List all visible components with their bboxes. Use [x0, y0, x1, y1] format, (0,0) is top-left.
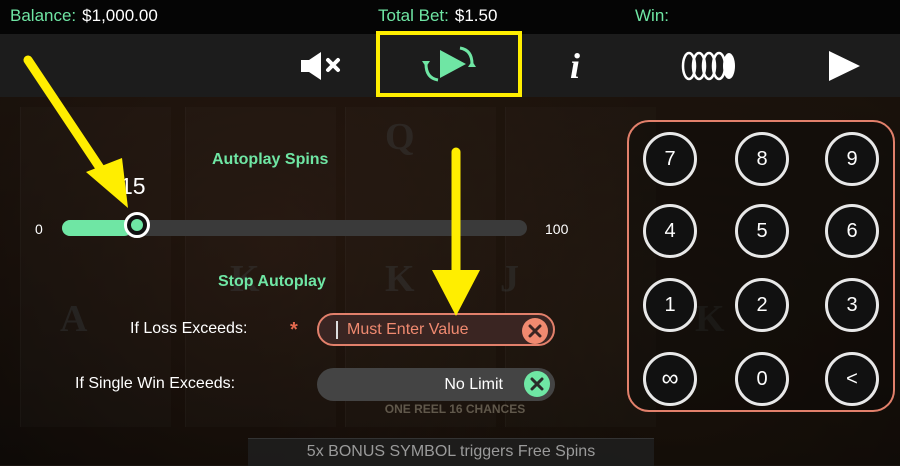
autoplay-spins-heading: Autoplay Spins — [212, 151, 329, 168]
keypad-key-1[interactable]: 1 — [643, 278, 697, 332]
spins-slider-fill — [62, 220, 132, 236]
keypad-key-5[interactable]: 5 — [735, 204, 789, 258]
number-keypad: 7 8 9 4 5 6 1 2 3 ∞ 0 < — [627, 120, 895, 412]
clear-single-win-button[interactable] — [524, 371, 550, 397]
keypad-key-2[interactable]: 2 — [735, 278, 789, 332]
bonus-banner: 5x BONUS SYMBOL triggers Free Spins — [248, 438, 654, 466]
keypad-key-4[interactable]: 4 — [643, 204, 697, 258]
autoplay-icon — [422, 46, 476, 82]
autoplay-button[interactable] — [376, 31, 522, 97]
win-display: Win: — [635, 6, 669, 26]
single-win-limit-label: If Single Win Exceeds: — [75, 375, 236, 392]
close-icon — [528, 324, 542, 338]
balance-label: Balance: — [10, 6, 77, 25]
chip-stack-icon — [681, 51, 735, 80]
info-icon: i — [569, 45, 580, 86]
reel-caption: ONE REEL 16 CHANCES — [384, 402, 526, 416]
spins-slider-thumb[interactable] — [124, 212, 150, 238]
single-win-limit-input[interactable]: No Limit — [317, 368, 555, 401]
keypad-key-6[interactable]: 6 — [825, 204, 879, 258]
win-label: Win: — [635, 6, 669, 25]
total-bet-display: Total Bet: $1.50 — [378, 6, 497, 26]
keypad-key-8[interactable]: 8 — [735, 132, 789, 186]
single-win-limit-value: No Limit — [444, 376, 503, 393]
loss-limit-placeholder: Must Enter Value — [347, 321, 469, 338]
required-marker: * — [290, 319, 298, 341]
close-icon — [530, 377, 544, 391]
status-bar: Balance: $1,000.00 Total Bet: $1.50 Win: — [0, 0, 900, 34]
stop-autoplay-heading: Stop Autoplay — [218, 273, 326, 290]
play-icon — [829, 50, 860, 81]
total-bet-value: $1.50 — [454, 6, 498, 25]
toolbar: i — [0, 31, 900, 97]
keypad-key-9[interactable]: 9 — [825, 132, 879, 186]
info-button[interactable]: i — [555, 34, 595, 97]
keypad-key-7[interactable]: 7 — [643, 132, 697, 186]
mute-button[interactable] — [290, 34, 354, 97]
slider-max-label: 100 — [545, 221, 569, 237]
speaker-muted-icon — [301, 51, 340, 80]
clear-loss-button[interactable] — [522, 318, 548, 344]
text-caret — [336, 321, 338, 339]
total-bet-label: Total Bet: — [378, 6, 449, 25]
slider-min-label: 0 — [35, 221, 43, 237]
spins-value: 15 — [120, 173, 146, 199]
balance-display: Balance: $1,000.00 — [10, 6, 158, 26]
bonus-banner-text: 5x BONUS SYMBOL triggers Free Spins — [306, 443, 596, 460]
balance-value: $1,000.00 — [82, 6, 158, 25]
loss-limit-input[interactable]: Must Enter Value — [317, 313, 555, 346]
keypad-key-3[interactable]: 3 — [825, 278, 879, 332]
spin-button[interactable] — [822, 34, 866, 97]
loss-limit-label: If Loss Exceeds: — [130, 320, 248, 337]
bet-button[interactable] — [672, 34, 744, 97]
keypad-key-infinity[interactable]: ∞ — [643, 352, 697, 406]
keypad-key-0[interactable]: 0 — [735, 352, 789, 406]
keypad-key-backspace[interactable]: < — [825, 352, 879, 406]
